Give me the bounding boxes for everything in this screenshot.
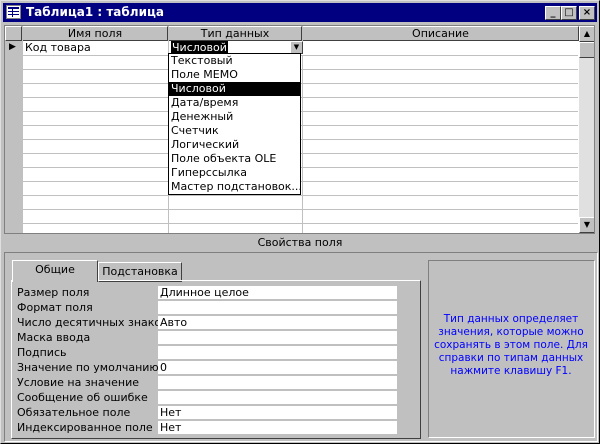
property-value[interactable]: 0 xyxy=(158,361,397,375)
column-header-description[interactable]: Описание xyxy=(302,26,579,41)
field-properties-title: Свойства поля xyxy=(257,236,343,249)
property-value[interactable] xyxy=(158,376,397,390)
property-value[interactable] xyxy=(158,391,397,405)
property-row[interactable]: Обязательное поле Нет xyxy=(15,405,405,420)
scroll-thumb[interactable] xyxy=(579,42,594,58)
property-label: Формат поля xyxy=(17,301,93,314)
tab-general[interactable]: Общие xyxy=(12,260,98,282)
property-value[interactable]: Нет xyxy=(158,406,397,420)
option-hyperlink[interactable]: Гиперссылка xyxy=(169,166,300,180)
property-row[interactable]: Формат поля xyxy=(15,300,405,315)
property-label: Обязательное поле xyxy=(17,406,131,419)
property-row[interactable]: Сообщение об ошибке xyxy=(15,390,405,405)
option-number[interactable]: Числовой xyxy=(169,82,300,96)
column-header-data-type[interactable]: Тип данных xyxy=(168,26,302,41)
window-title: Таблица1 : таблица xyxy=(26,5,164,19)
property-row[interactable]: Индексированное поле Нет xyxy=(15,420,405,435)
property-row[interactable]: Условие на значение xyxy=(15,375,405,390)
option-lookup-wizard[interactable]: Мастер подстановок... xyxy=(169,180,302,194)
option-counter[interactable]: Счетчик xyxy=(169,124,300,138)
corner-header[interactable] xyxy=(5,26,22,41)
property-value[interactable] xyxy=(158,331,397,345)
tab-lookup[interactable]: Подстановка xyxy=(98,262,182,282)
current-row-indicator-icon: ▶ xyxy=(9,42,16,52)
property-row[interactable]: Подпись xyxy=(15,345,405,360)
maximize-icon: □ xyxy=(564,7,574,18)
chevron-down-icon: ▼ xyxy=(293,43,300,51)
close-icon: × xyxy=(582,7,592,18)
option-ole-object[interactable]: Поле объекта OLE xyxy=(169,152,300,166)
grid-vertical-scrollbar[interactable]: ▲ ▼ xyxy=(579,26,594,233)
close-button[interactable]: × xyxy=(579,6,595,20)
property-value[interactable] xyxy=(158,346,397,360)
property-row[interactable]: Размер поля Длинное целое xyxy=(15,285,405,300)
maximize-button[interactable]: □ xyxy=(561,6,577,20)
help-box: Тип данных определяет значения, которые … xyxy=(428,260,595,438)
property-value[interactable]: Нет xyxy=(158,421,397,435)
property-label: Маска ввода xyxy=(17,331,91,344)
property-label: Подпись xyxy=(17,346,67,359)
properties-scrollbar[interactable] xyxy=(406,285,418,435)
property-label: Число десятичных знаков xyxy=(17,316,168,329)
property-label: Условие на значение xyxy=(17,376,139,389)
property-label: Индексированное поле xyxy=(17,421,153,434)
table-design-window: Таблица1 : таблица _ □ × Имя поля Тип да… xyxy=(0,0,600,444)
title-bar[interactable]: Таблица1 : таблица _ □ × xyxy=(3,3,597,22)
property-row[interactable]: Значение по умолчанию 0 xyxy=(15,360,405,375)
help-text: Тип данных определяет значения, которые … xyxy=(434,313,588,377)
property-value[interactable]: Авто xyxy=(158,316,397,330)
column-header-field-name[interactable]: Имя поля xyxy=(22,26,168,41)
option-logical[interactable]: Логический xyxy=(169,138,300,152)
property-label: Значение по умолчанию xyxy=(17,361,159,374)
option-currency[interactable]: Денежный xyxy=(169,110,300,124)
data-type-dropdown-list[interactable]: Текстовый Поле MEMO Числовой Дата/время … xyxy=(168,53,302,195)
property-label: Размер поля xyxy=(17,286,90,299)
property-list: Размер поля Длинное целое Формат поля Чис… xyxy=(15,285,405,435)
option-text[interactable]: Текстовый xyxy=(169,54,300,68)
scroll-down-button[interactable]: ▼ xyxy=(579,217,594,233)
option-datetime[interactable]: Дата/время xyxy=(169,96,300,110)
property-row[interactable]: Число десятичных знаков Авто xyxy=(15,315,405,330)
property-value[interactable]: Длинное целое xyxy=(158,286,397,300)
general-tab-panel: Размер поля Длинное целое Формат поля Чис… xyxy=(11,280,421,439)
option-memo[interactable]: Поле MEMO xyxy=(169,68,300,82)
property-label: Сообщение об ошибке xyxy=(17,391,148,404)
scroll-up-button[interactable]: ▲ xyxy=(579,26,594,42)
table-icon xyxy=(6,5,21,19)
minimize-icon: _ xyxy=(550,7,556,18)
field-name-cell[interactable]: Код товара xyxy=(25,41,91,54)
property-row[interactable]: Маска ввода xyxy=(15,330,405,345)
minimize-button[interactable]: _ xyxy=(545,6,561,20)
property-value[interactable] xyxy=(158,301,397,315)
